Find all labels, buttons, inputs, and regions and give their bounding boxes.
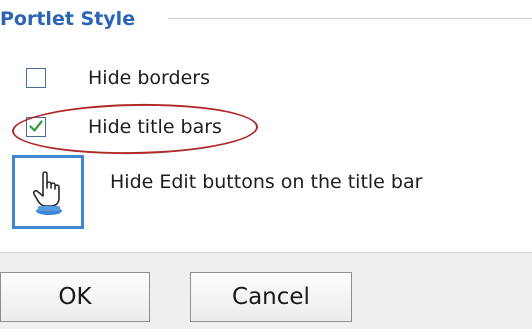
hide-borders-label: Hide borders <box>88 67 210 89</box>
hide-edit-buttons-label: Hide Edit buttons on the title bar <box>110 171 423 193</box>
portlet-style-panel: Portlet Style Hide borders Hide title ba… <box>0 0 532 252</box>
annotation-highlight-ellipse <box>11 101 259 157</box>
option-hide-borders[interactable]: Hide borders <box>0 64 260 94</box>
hide-borders-checkbox[interactable] <box>26 68 46 88</box>
hide-edit-buttons-toggle[interactable] <box>12 155 84 229</box>
ok-button[interactable]: OK <box>0 272 150 322</box>
group-title: Portlet Style <box>0 8 136 30</box>
cancel-button[interactable]: Cancel <box>190 272 352 322</box>
hand-pointer-icon <box>32 171 62 215</box>
group-divider <box>168 18 532 19</box>
